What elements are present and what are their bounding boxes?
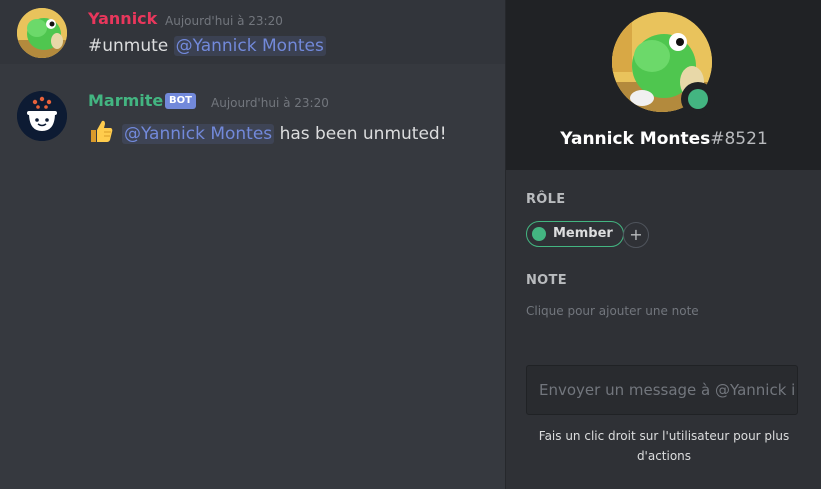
message-author[interactable]: Marmite [88,91,163,110]
message-timestamp: Aujourd'hui à 23:20 [211,96,329,110]
username-text: Yannick Montes [560,129,711,149]
role-color-dot [532,227,546,241]
direct-message-input[interactable]: Envoyer un message à @Yannick i [526,365,798,415]
message-text: has been unmuted! [279,124,447,144]
message-content: @Yannick Montes has been unmuted! [88,118,447,144]
profile-username[interactable]: Yannick Montes#8521 [506,129,821,149]
yoshi-avatar-image [17,8,67,58]
profile-hint-text: Fais un clic droit sur l'utilisateur pou… [538,429,790,463]
note-section-title: NOTE [526,273,567,288]
chat-area: Yannick Aujourd'hui à 23:20 #unmute @Yan… [0,0,505,489]
message-author[interactable]: Yannick [88,9,157,28]
user-avatar[interactable] [17,8,67,58]
role-section-title: RÔLE [526,192,566,207]
discriminator: #8521 [710,129,768,149]
bot-avatar[interactable] [17,91,67,141]
role-pill[interactable]: Member [526,221,624,247]
user-profile-popout: Yannick Montes#8521 RÔLE Member + NOTE C… [505,0,821,489]
cauldron-icon [17,91,67,141]
thumbs-up-icon [88,118,114,144]
message-timestamp: Aujourd'hui à 23:20 [165,14,283,28]
bot-tag: BOT [165,93,196,109]
add-role-button[interactable]: + [623,222,649,248]
command-text: #unmute [88,36,169,56]
profile-header: Yannick Montes#8521 [506,0,821,170]
user-mention[interactable]: @Yannick Montes [173,36,326,56]
status-dot-icon [688,89,708,109]
message-item: Yannick Aujourd'hui à 23:20 #unmute @Yan… [0,0,505,64]
online-status-indicator [681,82,715,116]
role-label: Member [553,226,613,241]
note-input[interactable]: Clique pour ajouter une note [526,304,699,318]
user-mention[interactable]: @Yannick Montes [122,124,275,144]
message-content: #unmute @Yannick Montes [88,36,326,56]
